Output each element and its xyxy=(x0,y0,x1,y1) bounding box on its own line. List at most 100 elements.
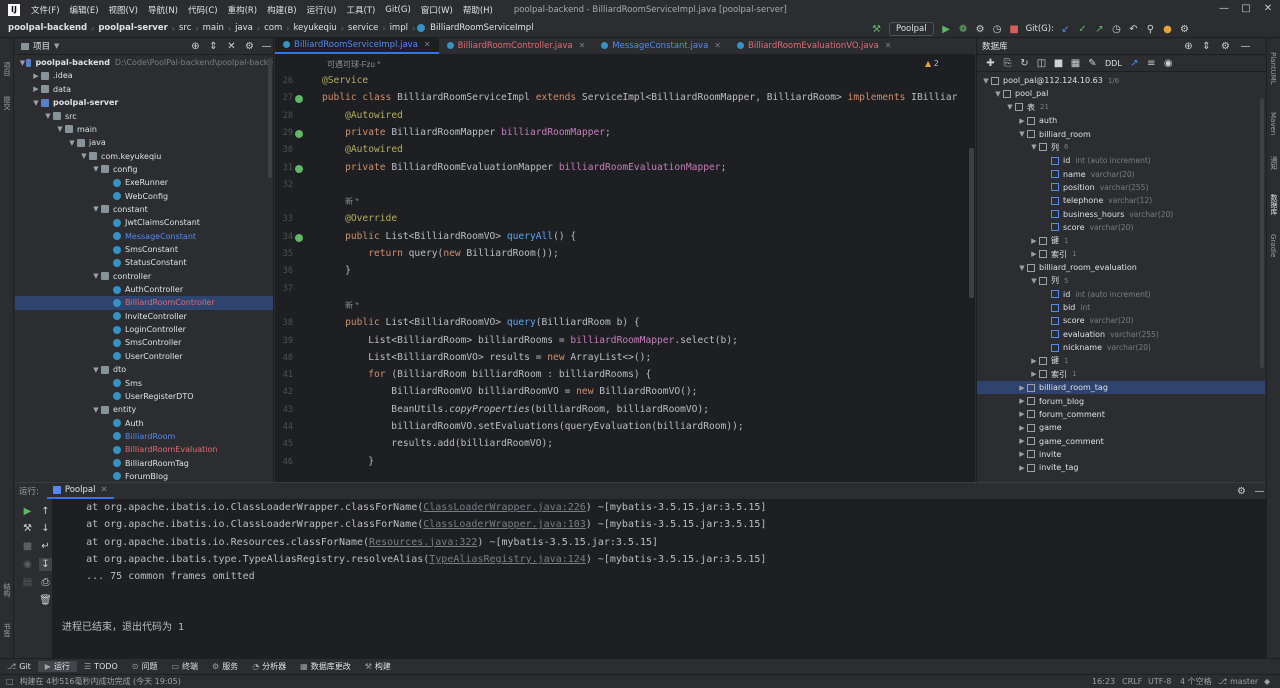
add-icon[interactable]: ⊕ xyxy=(189,40,202,53)
db-tree-item[interactable]: ▶ invite xyxy=(977,448,1061,461)
git-commit-icon[interactable]: ✓ xyxy=(1076,23,1089,36)
gutter-bean-icon[interactable] xyxy=(295,164,303,173)
tree-item[interactable]: ForumBlog xyxy=(15,470,273,482)
db-tree-item[interactable]: ▶ 键 1 xyxy=(977,234,1068,247)
breadcrumb-item[interactable]: impl xyxy=(388,23,410,33)
db-tree-item[interactable]: telephone varchar(12) xyxy=(977,194,1152,207)
breadcrumb-item[interactable]: src xyxy=(177,23,193,33)
tree-item[interactable]: Sms xyxy=(15,376,273,389)
warning-count[interactable]: ▲ 2 xyxy=(925,59,939,68)
chevron-down-icon[interactable]: ▼ xyxy=(1017,130,1027,138)
tree-item[interactable]: UserController xyxy=(15,350,273,363)
tree-item[interactable]: ▼ entity xyxy=(15,403,273,416)
chevron-down-icon[interactable]: ▼ xyxy=(54,42,59,50)
chevron-down-icon[interactable]: ▼ xyxy=(43,112,53,120)
tree-item[interactable]: WebConfig xyxy=(15,190,273,203)
close-icon[interactable]: ✕ xyxy=(1262,3,1274,15)
gutter-bean-icon[interactable] xyxy=(295,95,303,104)
editor-tab[interactable]: BilliardRoomServiceImpl.java ✕ xyxy=(275,37,439,54)
tree-item[interactable]: BilliardRoomTag xyxy=(15,457,273,470)
tree-item[interactable]: MessageConstant xyxy=(15,230,273,243)
close-tab-icon[interactable]: ✕ xyxy=(100,485,107,495)
close-tab-icon[interactable]: ✕ xyxy=(885,41,892,50)
db-tree-item[interactable]: ▶ 索引 1 xyxy=(977,368,1076,381)
gutter-bean-icon[interactable] xyxy=(295,129,303,138)
database-scrollbar[interactable] xyxy=(1260,98,1264,368)
minimize-icon[interactable]: — xyxy=(1218,3,1230,15)
bottom-tab[interactable]: ⚙ 服务 xyxy=(205,661,245,672)
db-tree-item[interactable]: ▼ billiard_room xyxy=(977,127,1091,140)
breadcrumb-item[interactable]: service xyxy=(346,23,380,33)
chevron-right-icon[interactable]: ▶ xyxy=(31,72,41,80)
tree-item[interactable]: BilliardRoom xyxy=(15,430,273,443)
editor-tab[interactable]: BilliardRoomController.java ✕ xyxy=(439,37,594,54)
bottom-tab[interactable]: ▶ 运行 xyxy=(37,661,77,672)
layout-icon[interactable]: ▤ xyxy=(21,576,34,589)
collapse-all-icon[interactable]: ⇕ xyxy=(207,40,220,53)
collapse-icon[interactable]: ⇕ xyxy=(1200,40,1213,53)
bottom-tab[interactable]: ◔ 分析器 xyxy=(245,661,293,672)
breadcrumb-item[interactable]: main xyxy=(201,23,226,33)
tree-item[interactable]: ▼ poolpal-server xyxy=(15,96,273,109)
menu-item[interactable]: 导航(N) xyxy=(143,4,183,16)
db-tree-item[interactable]: score varchar(20) xyxy=(977,314,1133,327)
chevron-down-icon[interactable]: ▼ xyxy=(1029,277,1039,285)
chevron-down-icon[interactable]: ▼ xyxy=(91,165,101,173)
run-tab[interactable]: Poolpal ✕ xyxy=(46,483,114,499)
tree-item[interactable]: BilliardRoomController xyxy=(15,296,273,310)
chevron-down-icon[interactable]: ▼ xyxy=(1017,264,1027,272)
chevron-right-icon[interactable]: ▶ xyxy=(1029,370,1039,378)
chevron-right-icon[interactable]: ▶ xyxy=(1017,450,1027,458)
chevron-right-icon[interactable]: ▶ xyxy=(1017,384,1027,392)
chevron-right-icon[interactable]: ▶ xyxy=(1029,357,1039,365)
chevron-down-icon[interactable]: ▼ xyxy=(1005,103,1015,111)
db-tree-item[interactable]: ▶ game_comment xyxy=(977,434,1103,447)
caret-position[interactable]: 16:23 xyxy=(1092,677,1115,686)
run-config-select[interactable]: Poolpal xyxy=(889,22,934,36)
chevron-right-icon[interactable]: ▶ xyxy=(1017,397,1027,405)
update-icon[interactable]: ● xyxy=(1161,23,1174,36)
bottom-tab[interactable]: ⚒ 构建 xyxy=(358,661,398,672)
chevron-right-icon[interactable]: ▶ xyxy=(1017,464,1027,472)
filter-icon[interactable]: ≡ xyxy=(1145,57,1158,70)
history-icon[interactable]: ◷ xyxy=(1110,23,1123,36)
menu-item[interactable]: 工具(T) xyxy=(341,4,380,16)
tree-item[interactable]: ▼ com.keyukeqiu xyxy=(15,149,273,162)
chevron-right-icon[interactable]: ▶ xyxy=(1017,410,1027,418)
db-tree-item[interactable]: id int (auto increment) xyxy=(977,288,1151,301)
tree-item[interactable]: BilliardRoomEvaluation xyxy=(15,443,273,456)
db-tree-item[interactable]: id int (auto increment) xyxy=(977,154,1151,167)
edit-icon[interactable]: ✎ xyxy=(1086,57,1099,70)
stop-icon[interactable]: ■ xyxy=(21,540,34,553)
chevron-down-icon[interactable]: ▼ xyxy=(981,77,991,85)
menu-item[interactable]: 构建(B) xyxy=(262,4,301,16)
db-tree-item[interactable]: ▶ auth xyxy=(977,114,1057,127)
code-area[interactable]: @Service public class BilliardRoomService… xyxy=(322,55,975,482)
menu-item[interactable]: 代码(C) xyxy=(183,4,223,16)
status-message[interactable]: 构建在 4秒516毫秒内成功完成 (今天 19:05) xyxy=(20,676,181,687)
tree-item[interactable]: ▼ src xyxy=(15,109,273,122)
db-tree-item[interactable]: business_hours varchar(20) xyxy=(977,208,1173,221)
menu-item[interactable]: 重构(R) xyxy=(223,4,263,16)
search-icon[interactable]: ⚲ xyxy=(1144,23,1157,36)
notifications-tool-label[interactable]: 通知 xyxy=(1269,156,1279,170)
db-tree-item[interactable]: score varchar(20) xyxy=(977,221,1133,234)
chevron-right-icon[interactable]: ▶ xyxy=(1017,424,1027,432)
menu-item[interactable]: Git(G) xyxy=(380,5,416,15)
chevron-down-icon[interactable]: ▼ xyxy=(19,59,26,67)
tree-item[interactable]: ▼ controller xyxy=(15,270,273,283)
tree-item[interactable]: ▼ poolpal-backend D:\Code\PoolPal-backend\… xyxy=(15,56,273,69)
chevron-down-icon[interactable]: ▼ xyxy=(31,99,41,107)
tree-item[interactable]: ▶ .idea xyxy=(15,69,273,82)
schema-icon[interactable]: ◫ xyxy=(1035,57,1048,70)
db-tree-item[interactable]: ▶ billiard_room_tag xyxy=(977,381,1265,395)
editor-scrollbar[interactable] xyxy=(969,148,974,298)
tree-item[interactable]: ▼ main xyxy=(15,123,273,136)
up-icon[interactable]: ↑ xyxy=(39,505,52,518)
jump-icon[interactable]: ↗ xyxy=(1128,57,1141,70)
chevron-down-icon[interactable]: ▼ xyxy=(91,406,101,414)
db-tree-item[interactable]: ▶ game xyxy=(977,421,1061,434)
db-tree-item[interactable]: nickname varchar(20) xyxy=(977,341,1151,354)
db-tree-item[interactable]: ▼ 表 21 xyxy=(977,101,1049,114)
tree-item[interactable]: Auth xyxy=(15,416,273,429)
